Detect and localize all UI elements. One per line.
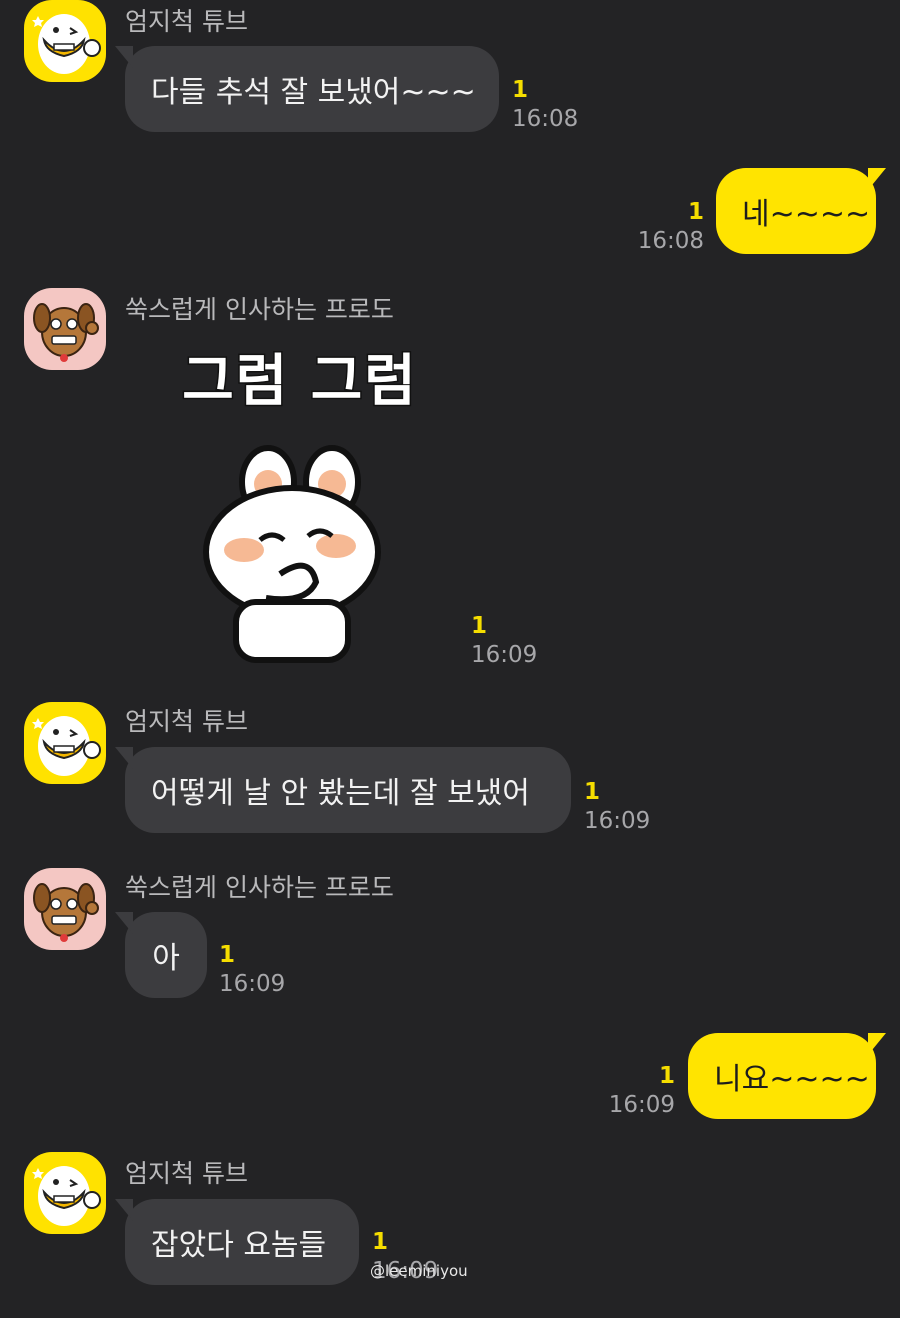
tube-avatar-icon <box>32 14 101 74</box>
message-meta: 1 16:09 <box>584 778 650 836</box>
frodo-avatar-icon <box>33 303 99 362</box>
timestamp: 16:08 <box>637 228 704 254</box>
message-meta: 1 16:09 <box>471 612 537 670</box>
unread-count: 1 <box>584 779 601 805</box>
sender-name: 쑥스럽게 인사하는 프로도 <box>125 295 394 324</box>
watermark: @leeminiyou <box>370 1262 468 1280</box>
bunny-sticker[interactable]: 그럼 그럼 <box>180 336 420 666</box>
message-text: 아 <box>152 941 180 976</box>
tube-avatar-icon <box>32 716 101 776</box>
bunny-icon <box>203 445 381 663</box>
timestamp: 16:09 <box>471 642 538 668</box>
message-bubble[interactable]: 어떻게 날 안 봤는데 잘 보냈어 <box>115 747 571 833</box>
timestamp: 16:09 <box>219 971 286 997</box>
message-bubble[interactable]: 다들 추석 잘 보냈어~~~ <box>115 46 499 132</box>
avatar-tube[interactable] <box>24 702 106 784</box>
message-text: 잡았다 요놈들 <box>151 1228 327 1263</box>
unread-count: 1 <box>471 613 488 639</box>
sender-name: 쑥스럽게 인사하는 프로도 <box>125 873 394 902</box>
unread-count: 1 <box>687 199 704 225</box>
message-text: 어떻게 날 안 봤는데 잘 보냈어 <box>151 776 530 811</box>
avatar-frodo[interactable] <box>24 868 106 950</box>
message-bubble[interactable]: 잡았다 요놈들 <box>115 1199 359 1285</box>
message-text: 니요~~~~ <box>714 1062 870 1097</box>
sticker-caption: 그럼 그럼 <box>181 348 418 416</box>
message-text: 다들 추석 잘 보냈어~~~ <box>151 75 476 110</box>
unread-count: 1 <box>512 77 529 103</box>
sender-name: 엄지척 튜브 <box>125 1159 248 1188</box>
message-meta: 1 16:08 <box>512 76 578 134</box>
avatar-tube[interactable] <box>24 1152 106 1234</box>
message-meta: 1 16:09 <box>219 941 285 999</box>
message-meta: 1 16:09 <box>609 1062 675 1120</box>
timestamp: 16:08 <box>512 106 579 132</box>
frodo-avatar-icon <box>33 883 99 942</box>
message-bubble[interactable]: 아 <box>115 912 207 998</box>
tube-avatar-icon <box>32 1166 101 1226</box>
sender-name: 엄지척 튜브 <box>125 7 248 36</box>
avatar-tube[interactable] <box>24 0 106 82</box>
sender-name: 엄지척 튜브 <box>125 707 248 736</box>
timestamp: 16:09 <box>584 808 651 834</box>
avatar-frodo[interactable] <box>24 288 106 370</box>
timestamp: 16:09 <box>608 1092 675 1118</box>
message-text: 네~~~~ <box>742 197 871 232</box>
message-bubble[interactable]: 니요~~~~ <box>688 1033 886 1119</box>
unread-count: 1 <box>658 1063 675 1089</box>
unread-count: 1 <box>372 1229 389 1255</box>
message-bubble[interactable]: 네~~~~ <box>716 168 886 254</box>
message-meta: 1 16:08 <box>638 198 704 256</box>
unread-count: 1 <box>219 942 236 968</box>
